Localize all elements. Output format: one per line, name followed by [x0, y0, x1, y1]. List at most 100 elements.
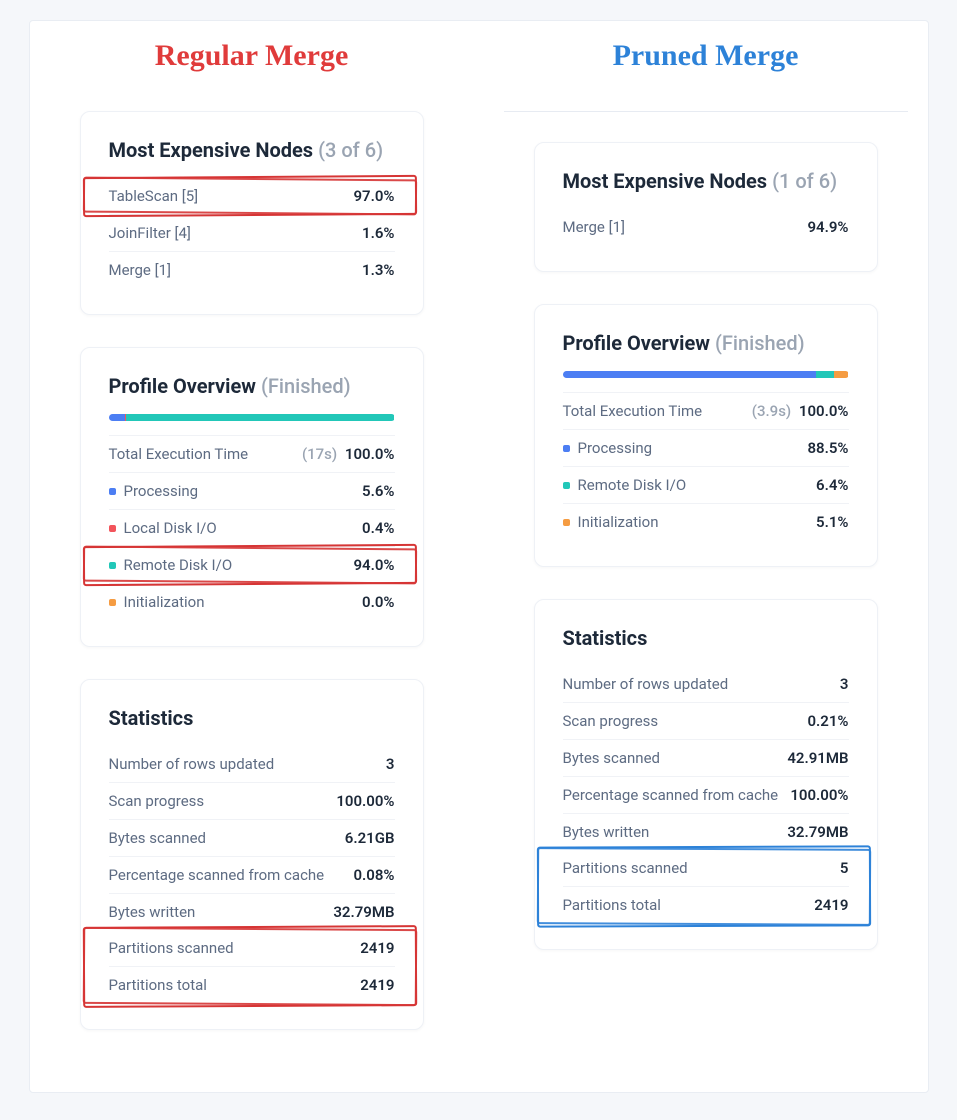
stat-row: Percentage scanned from cache100.00% [563, 776, 849, 813]
stat-value: 0.21% [807, 712, 848, 730]
card-title: Profile Overview (Finished) [109, 374, 395, 398]
expensive-count: (1 of 6) [772, 169, 837, 193]
total-pct: 100.0% [799, 402, 849, 420]
breakdown-label: Initialization [109, 593, 205, 611]
breakdown-value: 94.0% [353, 556, 394, 574]
node-label: Merge [1] [563, 218, 625, 236]
profile-breakdown-row: Remote Disk I/O 6.4% [563, 466, 849, 503]
profile-title-text: Profile Overview [563, 331, 710, 355]
profile-breakdown-row: Processing 88.5% [563, 429, 849, 466]
legend-dot-icon [109, 562, 116, 569]
node-value: 1.6% [362, 224, 394, 242]
bar-segment-remote-disk [816, 371, 834, 378]
statistics-card: Statistics Number of rows updated 3 Scan … [80, 679, 424, 1030]
comparison-page: Regular Merge Most Expensive Nodes (3 of… [29, 20, 929, 1093]
stat-row: Partitions scanned 2419 [109, 930, 395, 966]
node-label: JoinFilter [4] [109, 224, 191, 242]
breakdown-label: Processing [563, 439, 653, 457]
expensive-node-row: TableScan [5] 97.0% [109, 178, 395, 214]
stat-row: Scan progress 100.00% [109, 782, 395, 819]
total-time-paren: (17s) [302, 445, 337, 463]
stat-value: 100.00% [336, 792, 394, 810]
stat-label: Bytes scanned [563, 749, 661, 767]
stat-label: Partitions scanned [109, 939, 234, 957]
expensive-count: (3 of 6) [318, 138, 383, 162]
stat-value: 100.00% [790, 786, 848, 804]
stat-label: Bytes written [563, 823, 650, 841]
stat-row: Partitions total 2419 [563, 886, 849, 923]
legend-dot-icon [109, 599, 116, 606]
stat-row: Bytes scanned 6.21GB [109, 819, 395, 856]
stat-value: 2419 [360, 939, 394, 957]
expensive-node-row: JoinFilter [4] 1.6% [109, 214, 395, 251]
pruned-merge-title: Pruned Merge [613, 41, 799, 71]
profile-breakdown-row: Initialization 0.0% [109, 583, 395, 620]
expensive-nodes-card: Most Expensive Nodes (1 of 6) Merge [1] … [534, 142, 878, 272]
stat-value: 6.21GB [345, 829, 395, 847]
stat-value: 2419 [360, 976, 394, 994]
total-execution-row: Total Execution Time (3.9s) 100.0% [563, 392, 849, 429]
stat-value: 2419 [814, 896, 848, 914]
breakdown-label: Initialization [563, 513, 659, 531]
expensive-title-text: Most Expensive Nodes [109, 138, 314, 162]
total-value: (17s) 100.0% [302, 445, 395, 463]
stat-label: Scan progress [109, 792, 205, 810]
profile-overview-card: Profile Overview (Finished) Total Execut… [534, 304, 878, 567]
breakdown-value: 88.5% [807, 439, 848, 457]
profile-title-text: Profile Overview [109, 374, 256, 398]
card-title: Most Expensive Nodes (1 of 6) [563, 169, 849, 193]
expensive-node-row: Merge [1] 94.9% [563, 209, 849, 245]
regular-merge-column: Regular Merge Most Expensive Nodes (3 of… [50, 31, 454, 1062]
stat-label: Bytes scanned [109, 829, 207, 847]
stat-value: 32.79MB [787, 823, 848, 841]
stat-row: Number of rows updated3 [563, 666, 849, 702]
legend-dot-icon [109, 488, 116, 495]
stat-label: Number of rows updated [109, 755, 275, 773]
breakdown-label: Remote Disk I/O [563, 476, 687, 494]
breakdown-value: 5.1% [816, 513, 848, 531]
divider [504, 111, 908, 112]
card-title: Most Expensive Nodes (3 of 6) [109, 138, 395, 162]
stat-value: 5 [840, 859, 849, 877]
breakdown-value: 0.0% [362, 593, 394, 611]
stat-label: Partitions total [563, 896, 661, 914]
stat-row: Bytes scanned42.91MB [563, 739, 849, 776]
total-execution-row: Total Execution Time (17s) 100.0% [109, 435, 395, 472]
breakdown-value: 0.4% [362, 519, 394, 537]
bar-segment-processing [563, 371, 816, 378]
node-value: 97.0% [353, 187, 394, 205]
expensive-nodes-card: Most Expensive Nodes (3 of 6) TableScan … [80, 111, 424, 315]
node-label: TableScan [5] [109, 187, 199, 205]
profile-breakdown-row: Local Disk I/O 0.4% [109, 509, 395, 546]
card-title: Statistics [109, 706, 395, 730]
stat-value: 3 [386, 755, 395, 773]
stat-label: Bytes written [109, 903, 196, 921]
breakdown-label: Processing [109, 482, 199, 500]
statistics-card: Statistics Number of rows updated3 Scan … [534, 599, 878, 950]
bar-segment-processing [109, 414, 125, 421]
profile-status: (Finished) [715, 331, 805, 355]
total-label: Total Execution Time [563, 402, 703, 420]
stat-row: Bytes written 32.79MB [563, 813, 849, 850]
stat-label: Partitions total [109, 976, 207, 994]
legend-dot-icon [563, 482, 570, 489]
legend-dot-icon [109, 525, 116, 532]
bar-segment-remote-disk [126, 414, 395, 421]
total-time-paren: (3.9s) [752, 402, 791, 420]
stat-row: Scan progress0.21% [563, 702, 849, 739]
profile-bar [109, 414, 395, 421]
pruned-merge-column: Pruned Merge Most Expensive Nodes (1 of … [504, 31, 908, 1062]
stat-row: Partitions total 2419 [109, 966, 395, 1003]
breakdown-value: 6.4% [816, 476, 848, 494]
card-title: Statistics [563, 626, 849, 650]
stat-row: Number of rows updated 3 [109, 746, 395, 782]
profile-breakdown-row: Processing 5.6% [109, 472, 395, 509]
node-label: Merge [1] [109, 261, 171, 279]
bar-segment-initialization [834, 371, 849, 378]
partitions-highlight: Partitions scanned 2419 Partitions total 2… [109, 930, 395, 1003]
stat-label: Percentage scanned from cache [109, 866, 325, 884]
total-value: (3.9s) 100.0% [752, 402, 849, 420]
node-value: 1.3% [362, 261, 394, 279]
stat-row: Bytes written32.79MB [109, 893, 395, 930]
expensive-title-text: Most Expensive Nodes [563, 169, 768, 193]
